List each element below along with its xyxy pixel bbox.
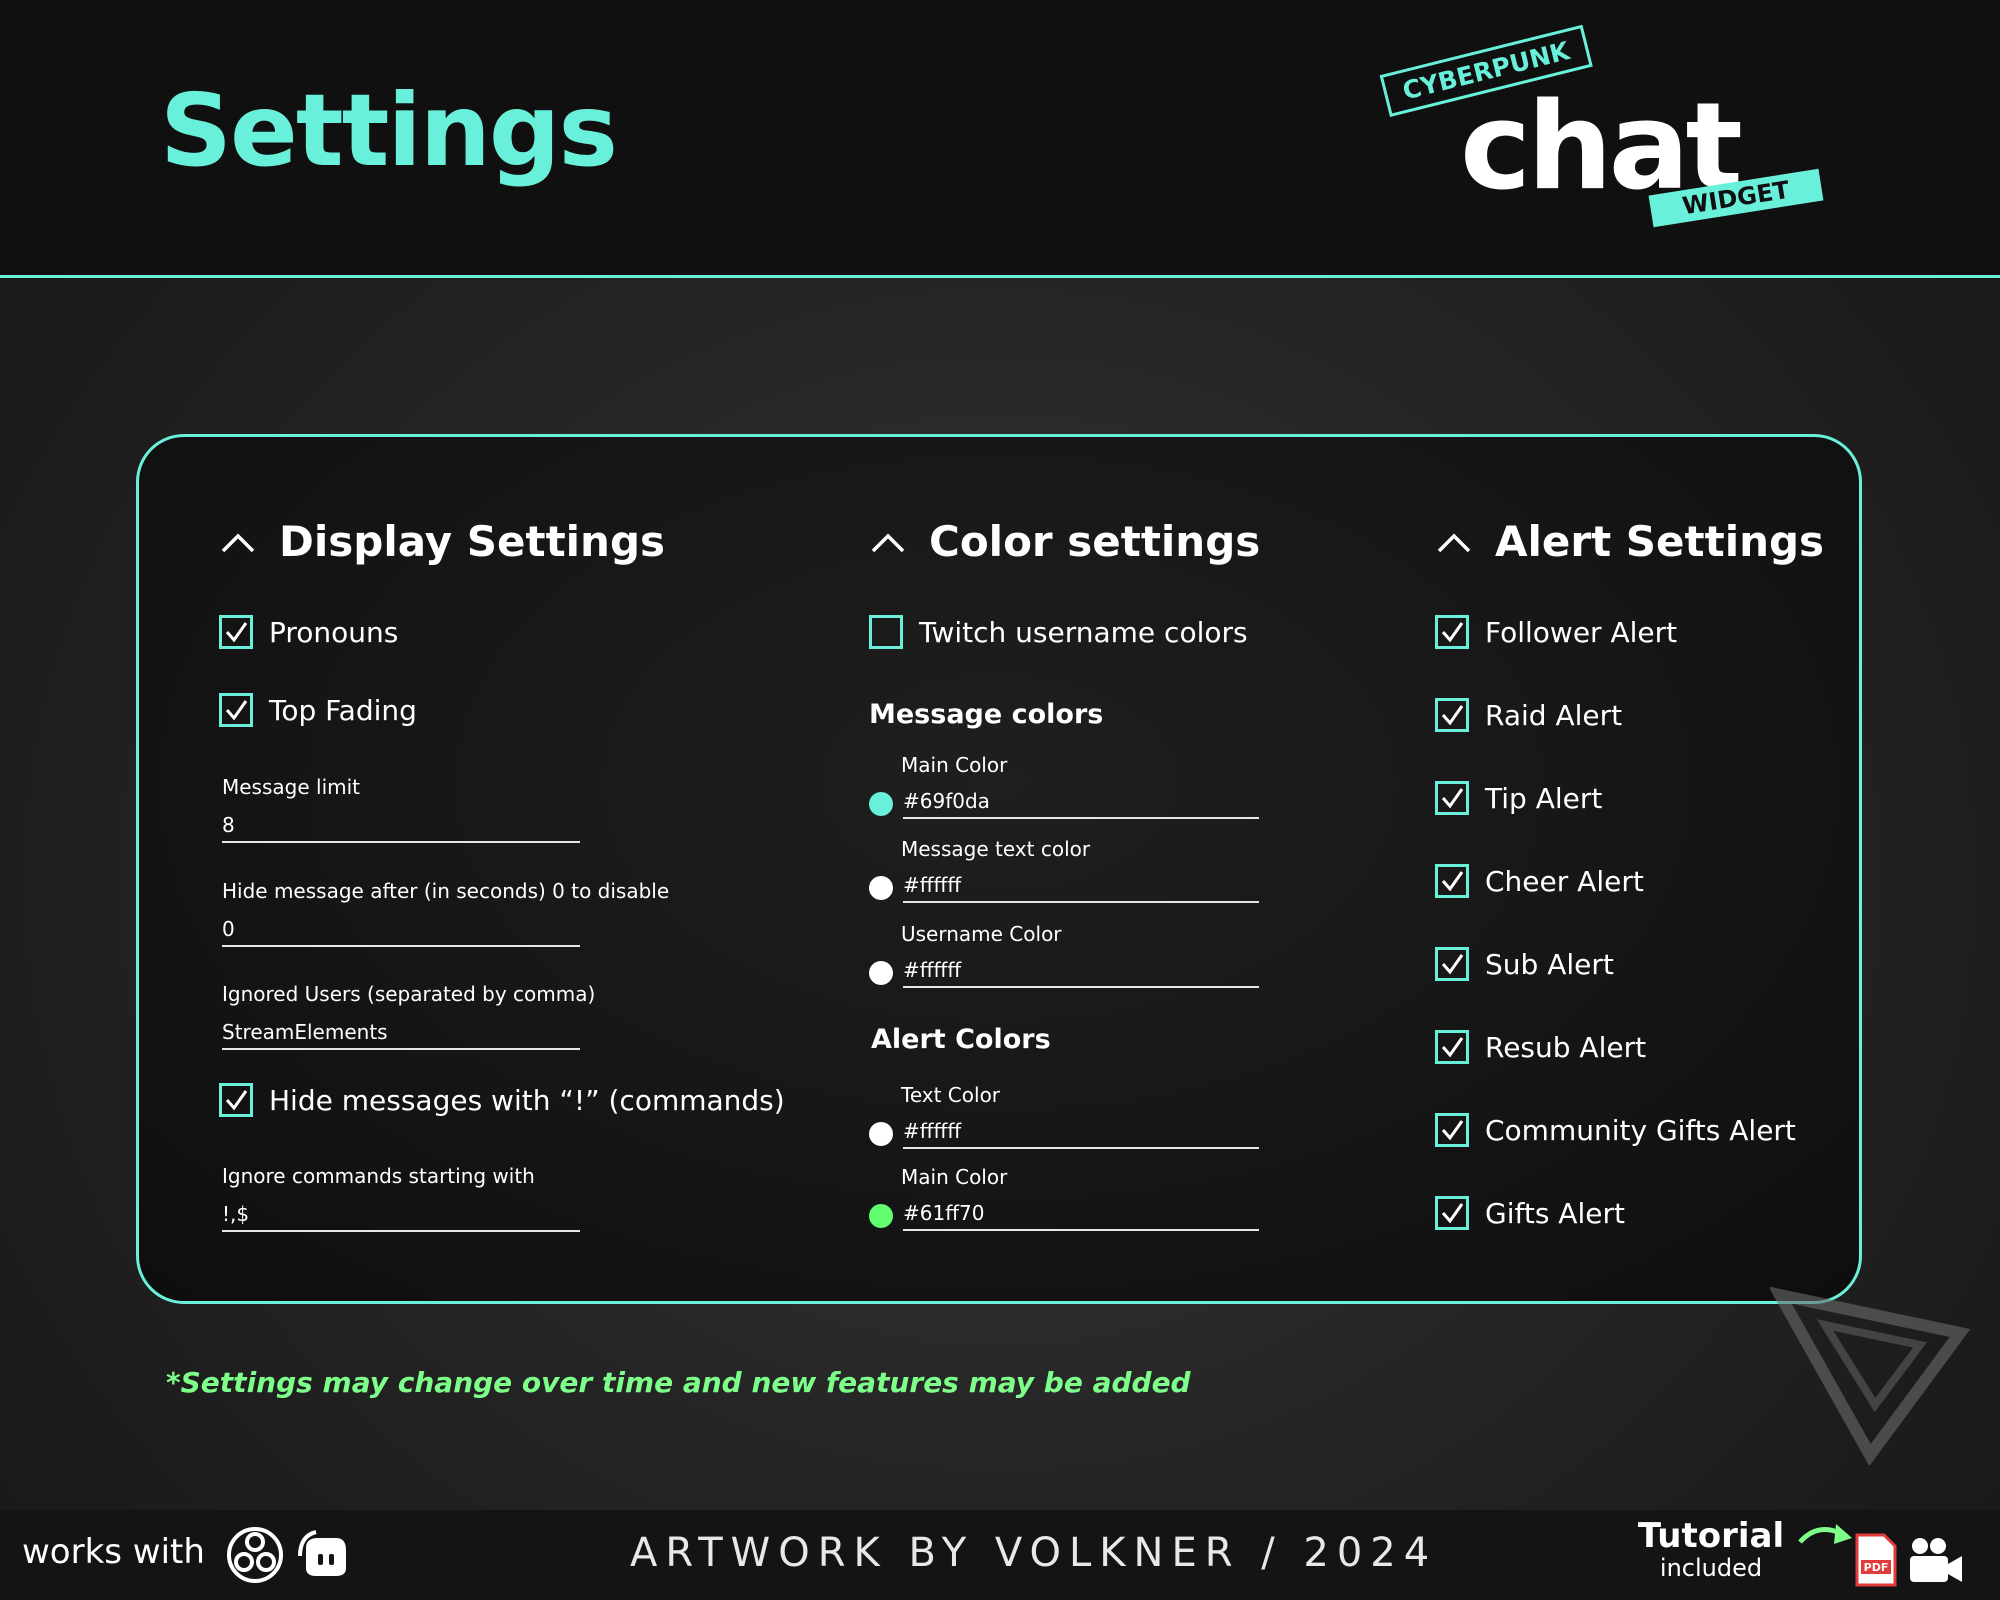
alert-item[interactable]: Tip Alert xyxy=(1435,781,1602,815)
alert-main-color-swatch[interactable] xyxy=(869,1204,893,1228)
cyberpunk-chat-logo: CYBERPUNK chat WIDGET xyxy=(1379,24,1824,240)
checkbox-checked-icon[interactable] xyxy=(219,615,253,649)
alert-settings-header[interactable]: Alert Settings xyxy=(1435,517,1824,566)
alert-text-color-label: Text Color xyxy=(901,1083,1001,1107)
alert-item-label: Resub Alert xyxy=(1485,1030,1647,1064)
username-color-input[interactable]: #ffffff xyxy=(903,958,1259,988)
hide-after-label: Hide message after (in seconds) 0 to dis… xyxy=(222,879,670,903)
chevron-up-icon xyxy=(221,533,255,552)
alert-item-label: Tip Alert xyxy=(1485,781,1603,815)
message-limit-input[interactable]: 8 xyxy=(222,813,580,843)
pdf-file-icon: PDF xyxy=(1855,1533,1897,1587)
alert-colors-heading: Alert Colors xyxy=(871,1024,1051,1055)
alert-settings-title: Alert Settings xyxy=(1495,517,1825,566)
settings-footnote: *Settings may change over time and new f… xyxy=(166,1366,1191,1399)
checkbox-checked-icon[interactable] xyxy=(1435,864,1469,898)
checkbox-checked-icon[interactable] xyxy=(1435,947,1469,981)
checkbox-checked-icon[interactable] xyxy=(1435,615,1469,649)
checkbox-checked-icon[interactable] xyxy=(219,1083,253,1117)
alert-text-color-field: Text Color #ffffff xyxy=(869,1083,1259,1149)
display-settings-title: Display Settings xyxy=(279,517,666,566)
checkbox-checked-icon[interactable] xyxy=(1435,781,1469,815)
alert-item[interactable]: Follower Alert xyxy=(1435,615,1677,649)
ignore-prefix-input[interactable]: !,$ xyxy=(222,1202,580,1232)
display-settings-header[interactable]: Display Settings xyxy=(219,517,665,566)
checkbox-checked-icon[interactable] xyxy=(1435,698,1469,732)
pronouns-label: Pronouns xyxy=(269,615,399,649)
alert-item-label: Sub Alert xyxy=(1485,947,1614,981)
chevron-up-icon xyxy=(1437,533,1471,552)
checkbox-checked-icon[interactable] xyxy=(1435,1113,1469,1147)
alert-item-label: Follower Alert xyxy=(1485,615,1678,649)
hide-after-field: Hide message after (in seconds) 0 to dis… xyxy=(222,879,669,947)
alert-item[interactable]: Community Gifts Alert xyxy=(1435,1113,1796,1147)
video-camera-icon xyxy=(1910,1538,1962,1582)
streamlabs-icon xyxy=(298,1530,346,1576)
message-limit-field: Message limit 8 xyxy=(222,775,580,843)
color-settings-title: Color settings xyxy=(929,517,1261,566)
username-color-label: Username Color xyxy=(901,922,1062,946)
alert-item-label: Community Gifts Alert xyxy=(1485,1113,1796,1147)
hide-after-input[interactable]: 0 xyxy=(222,917,580,947)
hide-commands-checkbox-row[interactable]: Hide messages with “!” (commands) xyxy=(219,1083,785,1117)
twitch-colors-checkbox-row[interactable]: Twitch username colors xyxy=(869,615,1248,649)
main-color-field: Main Color #69f0da xyxy=(869,753,1259,819)
hide-commands-label: Hide messages with “!” (commands) xyxy=(269,1083,785,1117)
checkbox-checked-icon[interactable] xyxy=(1435,1196,1469,1230)
checkbox-checked-icon[interactable] xyxy=(219,693,253,727)
main-color-label: Main Color xyxy=(901,753,1008,777)
message-colors-heading: Message colors xyxy=(869,699,1104,730)
ignore-prefix-field: Ignore commands starting with !,$ xyxy=(222,1164,580,1232)
alert-item-label: Raid Alert xyxy=(1485,698,1623,732)
pronouns-checkbox-row[interactable]: Pronouns xyxy=(219,615,398,649)
checkbox-unchecked-icon[interactable] xyxy=(869,615,903,649)
alert-main-color-label: Main Color xyxy=(901,1165,1008,1189)
ignored-users-input[interactable]: StreamElements xyxy=(222,1020,580,1050)
top-fading-label: Top Fading xyxy=(269,693,417,727)
color-settings-header[interactable]: Color settings xyxy=(869,517,1260,566)
message-text-color-input[interactable]: #ffffff xyxy=(903,873,1259,903)
volkner-logo-watermark-icon xyxy=(1770,1286,1970,1465)
works-with-label: works with xyxy=(22,1532,205,1572)
alert-main-color-input[interactable]: #61ff70 xyxy=(903,1201,1259,1231)
chevron-up-icon xyxy=(871,533,905,552)
alert-item[interactable]: Resub Alert xyxy=(1435,1030,1646,1064)
alert-main-color-field: Main Color #61ff70 xyxy=(869,1165,1259,1231)
alert-item[interactable]: Cheer Alert xyxy=(1435,864,1644,898)
alert-item[interactable]: Gifts Alert xyxy=(1435,1196,1625,1230)
footer-bar: works with ARTWORK BY VOLKNER / 2024 Tut… xyxy=(0,1510,2000,1600)
main-color-swatch[interactable] xyxy=(869,792,893,816)
ignored-users-field: Ignored Users (separated by comma) Strea… xyxy=(222,982,595,1050)
page-title: Settings xyxy=(160,72,618,189)
tutorial-title: Tutorial xyxy=(1637,1516,1785,1556)
alert-item-label: Cheer Alert xyxy=(1485,864,1644,898)
obs-icon xyxy=(227,1527,283,1583)
tutorial-badge: Tutorial included xyxy=(1636,1516,1786,1582)
alert-text-color-input[interactable]: #ffffff xyxy=(903,1119,1259,1149)
alert-item[interactable]: Sub Alert xyxy=(1435,947,1614,981)
tutorial-included: included xyxy=(1659,1554,1763,1582)
pdf-icon-label: PDF xyxy=(1864,1561,1889,1574)
main-color-input[interactable]: #69f0da xyxy=(903,789,1259,819)
ignore-prefix-label: Ignore commands starting with xyxy=(222,1164,535,1188)
message-limit-label: Message limit xyxy=(222,775,361,799)
artwork-credit: ARTWORK BY VOLKNER / 2024 xyxy=(630,1530,1438,1576)
ignored-users-label: Ignored Users (separated by comma) xyxy=(222,982,596,1006)
message-text-color-swatch[interactable] xyxy=(869,876,893,900)
curved-arrow-icon xyxy=(1798,1524,1852,1544)
checkbox-checked-icon[interactable] xyxy=(1435,1030,1469,1064)
top-fading-checkbox-row[interactable]: Top Fading xyxy=(219,693,417,727)
twitch-colors-label: Twitch username colors xyxy=(919,615,1248,649)
settings-panel: Display Settings Pronouns Top Fading Mes… xyxy=(136,434,1862,1304)
alert-text-color-swatch[interactable] xyxy=(869,1122,893,1146)
alert-item-label: Gifts Alert xyxy=(1485,1196,1625,1230)
message-text-color-field: Message text color #ffffff xyxy=(869,837,1259,903)
header: Settings CYBERPUNK chat WIDGET xyxy=(0,0,2000,278)
username-color-field: Username Color #ffffff xyxy=(869,922,1259,988)
username-color-swatch[interactable] xyxy=(869,961,893,985)
alert-item[interactable]: Raid Alert xyxy=(1435,698,1622,732)
message-text-color-label: Message text color xyxy=(901,837,1091,861)
